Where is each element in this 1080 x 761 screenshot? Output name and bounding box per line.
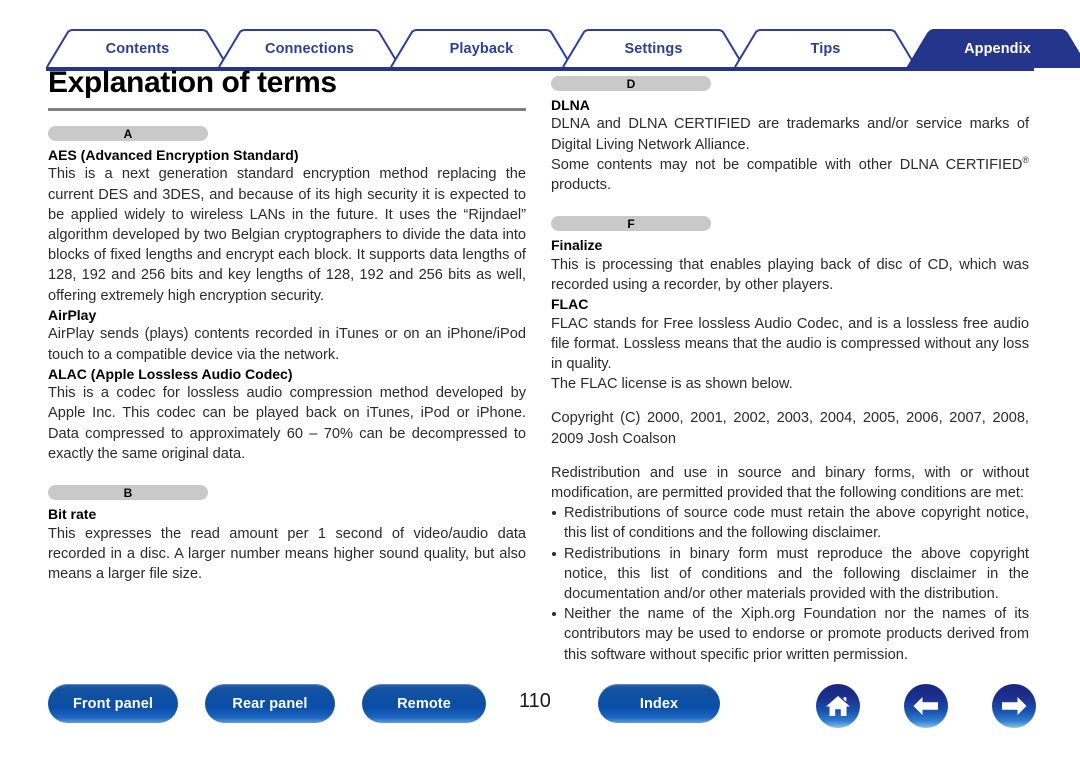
page-number: 110	[519, 690, 551, 712]
section-letter: D	[626, 76, 636, 91]
term-body: This is a codec for lossless audio compr…	[48, 385, 526, 462]
trademark-text-post: products.	[551, 177, 612, 194]
button-label: Index	[639, 695, 679, 712]
tab-connections[interactable]: Connections	[218, 29, 401, 68]
tab-playback[interactable]: Playback	[390, 29, 573, 68]
section-pill-b: B	[48, 485, 208, 501]
tab-tips[interactable]: Tips	[734, 29, 917, 68]
term-entry-finalize: Finalize This is processing that enables…	[551, 236, 1029, 295]
forward-button[interactable]	[992, 684, 1036, 728]
front-panel-button[interactable]: Front panel	[48, 684, 178, 723]
license-spacer	[551, 394, 1029, 408]
term-body: This is processing that enables playing …	[551, 256, 1029, 293]
page-title: Explanation of terms	[48, 66, 337, 99]
section-pill-d: D	[551, 76, 711, 91]
home-icon	[826, 696, 850, 716]
registered-mark-icon: ®	[1022, 155, 1029, 166]
home-button[interactable]	[816, 684, 860, 728]
button-label: Front panel	[72, 695, 154, 712]
title-divider	[48, 108, 526, 111]
button-label: Rear panel	[232, 695, 308, 712]
term-title: Finalize	[551, 237, 603, 254]
right-column: D DLNA DLNA and DLNA CERTIFIED are trade…	[551, 76, 1029, 665]
term-entry-flac: FLAC FLAC stands for Free lossless Audio…	[551, 295, 1029, 394]
term-body: This is a next generation standard encry…	[48, 166, 526, 304]
arrow-left-icon	[913, 697, 938, 715]
tab-label: Appendix	[964, 40, 1031, 57]
term-entry-airplay: AirPlay AirPlay sends (plays) contents r…	[48, 306, 526, 365]
term-title: AES (Advanced Encryption Standard)	[48, 147, 299, 163]
list-item: Redistributions in binary form must repr…	[551, 544, 1029, 605]
section-letter: A	[123, 126, 133, 141]
footer-navigation: Front panel Rear panel Remote 110 Index	[0, 684, 1080, 742]
term-title: FLAC	[551, 296, 589, 313]
list-item: Redistributions of source code must reta…	[551, 503, 1029, 543]
term-entry-alac: ALAC (Apple Lossless Audio Codec) This i…	[48, 365, 526, 464]
term-body: FLAC stands for Free lossless Audio Code…	[551, 315, 1029, 373]
tab-label: Contents	[105, 40, 170, 57]
term-body: This expresses the read amount per 1 sec…	[48, 525, 526, 582]
tab-bar: Contents Connections Playback Settings T…	[46, 29, 1080, 71]
tab-settings[interactable]: Settings	[562, 29, 745, 68]
term-body-extra: The FLAC license is as shown below.	[551, 376, 793, 393]
index-button[interactable]: Index	[598, 684, 720, 723]
term-body-trademark: Some contents may not be compatible with…	[551, 155, 1029, 195]
trademark-text: Some contents may not be compatible with…	[551, 156, 1023, 173]
rear-panel-button[interactable]: Rear panel	[205, 684, 335, 723]
term-entry-bit-rate: Bit rate This expresses the read amount …	[48, 505, 526, 584]
term-body: DLNA and DLNA CERTIFIED are trademarks a…	[551, 116, 1029, 153]
tab-label: Settings	[624, 40, 683, 57]
section-pill-f: F	[551, 216, 711, 232]
tab-label: Playback	[449, 40, 514, 57]
left-column: A AES (Advanced Encryption Standard) Thi…	[48, 126, 526, 584]
list-item: Neither the name of the Xiph.org Foundat…	[551, 604, 1029, 665]
term-title: ALAC (Apple Lossless Audio Codec)	[48, 365, 293, 382]
tab-label: Tips	[810, 40, 841, 57]
arrow-right-icon	[1002, 697, 1027, 715]
term-title: DLNA	[551, 97, 590, 113]
term-entry-aes: AES (Advanced Encryption Standard) This …	[48, 146, 526, 306]
license-conditions-list: Redistributions of source code must reta…	[551, 503, 1029, 665]
button-label: Remote	[397, 695, 451, 712]
back-button[interactable]	[904, 684, 948, 728]
term-title: AirPlay	[48, 306, 97, 323]
term-entry-dlna: DLNA DLNA and DLNA CERTIFIED are tradema…	[551, 96, 1029, 195]
license-intro: Redistribution and use in source and bin…	[551, 464, 1029, 502]
tab-label: Connections	[265, 40, 354, 57]
remote-button[interactable]: Remote	[362, 684, 486, 723]
section-letter: F	[627, 216, 635, 231]
tab-appendix[interactable]: Appendix	[906, 29, 1080, 68]
tab-contents[interactable]: Contents	[46, 29, 229, 68]
section-pill-a: A	[48, 126, 208, 141]
term-title: Bit rate	[48, 506, 97, 523]
term-body: AirPlay sends (plays) contents recorded …	[48, 326, 526, 363]
section-letter: B	[123, 485, 133, 500]
license-spacer-2	[551, 449, 1029, 463]
license-copyright: Copyright (C) 2000, 2001, 2002, 2003, 20…	[551, 410, 1029, 447]
